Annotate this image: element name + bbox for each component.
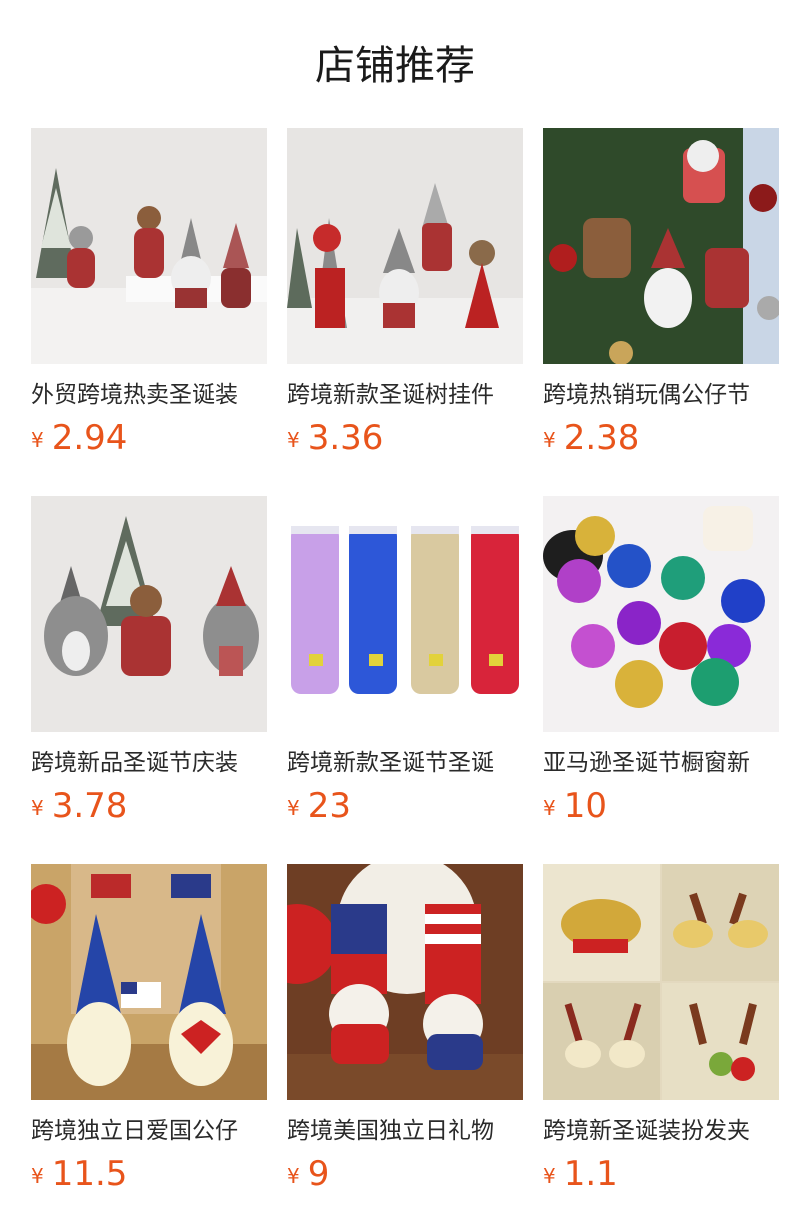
product-price-2: ¥3.36 <box>287 418 383 458</box>
currency-symbol: ¥ <box>287 796 300 820</box>
product-image-2[interactable] <box>287 128 523 364</box>
product-name-6[interactable]: 亚马逊圣诞节橱窗新 <box>543 746 779 780</box>
product-image-7[interactable] <box>31 864 267 1100</box>
product-image-9[interactable] <box>543 864 779 1100</box>
product-price-4: ¥3.78 <box>31 786 127 826</box>
product-image-1[interactable] <box>31 128 267 364</box>
product-name-1[interactable]: 外贸跨境热卖圣诞装 <box>31 378 267 412</box>
product-name-5[interactable]: 跨境新款圣诞节圣诞 <box>287 746 523 780</box>
currency-symbol: ¥ <box>287 1164 300 1188</box>
currency-symbol: ¥ <box>31 796 44 820</box>
price-value: 23 <box>307 786 351 826</box>
product-price-1: ¥2.94 <box>31 418 127 458</box>
price-value: 10 <box>563 786 607 826</box>
product-name-4[interactable]: 跨境新品圣诞节庆装 <box>31 746 267 780</box>
product-price-7: ¥11.5 <box>31 1154 127 1194</box>
price-value: 11.5 <box>51 1154 128 1194</box>
product-name-9[interactable]: 跨境新圣诞装扮发夹 <box>543 1114 779 1148</box>
product-price-3: ¥2.38 <box>543 418 639 458</box>
page-title: 店铺推荐 <box>315 43 475 89</box>
currency-symbol: ¥ <box>543 428 556 452</box>
currency-symbol: ¥ <box>543 1164 556 1188</box>
product-name-2[interactable]: 跨境新款圣诞树挂件 <box>287 378 523 412</box>
price-value: 1.1 <box>563 1154 618 1194</box>
product-image-3[interactable] <box>543 128 779 364</box>
product-image-5[interactable] <box>287 496 523 732</box>
price-value: 2.38 <box>563 418 640 458</box>
product-name-8[interactable]: 跨境美国独立日礼物 <box>287 1114 523 1148</box>
store-recommendations-page: 店铺推荐 外贸跨境热卖圣诞装 ¥ 2.94 跨境新款圣诞树挂件 ¥ 3.36 跨… <box>0 0 790 1232</box>
price-value: 3.36 <box>307 418 384 458</box>
product-name-7[interactable]: 跨境独立日爱国公仔 <box>31 1114 267 1148</box>
currency-symbol: ¥ <box>31 428 44 452</box>
product-image-6[interactable] <box>543 496 779 732</box>
product-price-8: ¥9 <box>287 1154 329 1194</box>
product-price-5: ¥23 <box>287 786 351 826</box>
price-value: 3.78 <box>51 786 128 826</box>
currency-symbol: ¥ <box>543 796 556 820</box>
currency-symbol: ¥ <box>31 1164 44 1188</box>
product-image-8[interactable] <box>287 864 523 1100</box>
price-value: 9 <box>307 1154 330 1194</box>
product-name-3[interactable]: 跨境热销玩偶公仔节 <box>543 378 779 412</box>
product-price-9: ¥1.1 <box>543 1154 618 1194</box>
product-image-4[interactable] <box>31 496 267 732</box>
product-price-6: ¥10 <box>543 786 607 826</box>
currency-symbol: ¥ <box>287 428 300 452</box>
price-value: 2.94 <box>51 418 128 458</box>
